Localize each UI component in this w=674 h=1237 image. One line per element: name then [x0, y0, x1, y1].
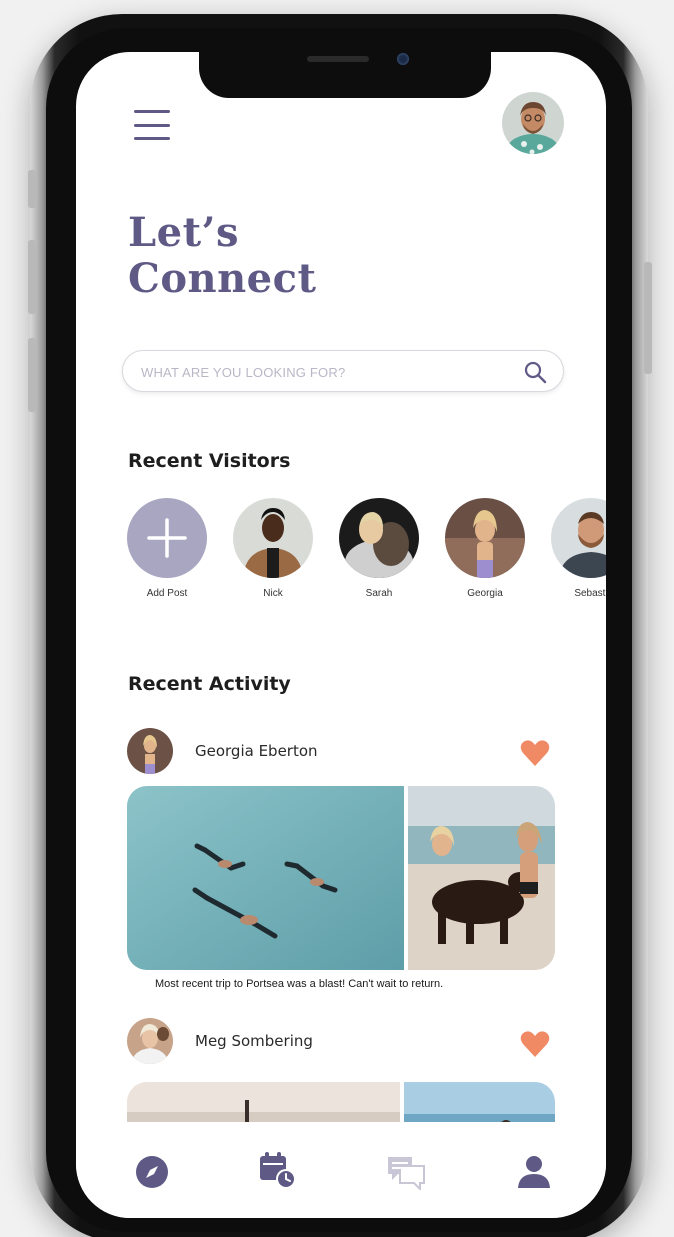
search-input[interactable] [141, 361, 501, 383]
post-photo-swimmers[interactable] [127, 786, 404, 970]
page-title: Let’s Connect [128, 210, 316, 302]
avatar [551, 498, 606, 578]
post-author: Meg Sombering [195, 1032, 313, 1050]
post-caption: Most recent trip to Portsea was a blast!… [155, 978, 444, 990]
page-title-line2: Connect [128, 255, 317, 302]
heart-icon[interactable] [520, 1030, 550, 1058]
camera-icon [397, 53, 409, 65]
hamburger-icon[interactable] [134, 110, 170, 140]
power-button [644, 262, 652, 374]
recent-visitors-title: Recent Visitors [128, 450, 291, 472]
avatar [445, 498, 525, 578]
visitor-label: Sebasti [574, 588, 606, 599]
avatar [127, 728, 173, 774]
visitor-sebastian[interactable]: Sebasti [551, 498, 606, 599]
recent-activity-title: Recent Activity [128, 673, 291, 695]
app-screen: Let’s Connect Recent Visitors Add Post [76, 52, 606, 1218]
post-author: Georgia Eberton [195, 742, 318, 760]
post-header[interactable]: Meg Sombering [127, 1018, 313, 1064]
visitor-label: Georgia [467, 588, 503, 599]
search-icon[interactable] [523, 360, 547, 384]
profile-avatar[interactable] [502, 92, 564, 154]
compass-icon[interactable] [134, 1154, 170, 1190]
visitor-georgia[interactable]: Georgia [445, 498, 525, 599]
visitor-nick[interactable]: Nick [233, 498, 313, 599]
visitor-label: Nick [263, 588, 283, 599]
mute-switch [28, 170, 36, 208]
post-photo-dog[interactable] [408, 786, 555, 970]
visitor-label: Sarah [365, 588, 393, 599]
post-header[interactable]: Georgia Eberton [127, 728, 318, 774]
avatar [127, 1018, 173, 1064]
volume-up-button [28, 240, 36, 314]
add-post-button[interactable]: Add Post [127, 498, 207, 599]
chat-icon[interactable] [386, 1154, 425, 1192]
plus-icon [127, 498, 207, 578]
search-bar [122, 350, 564, 392]
avatar [339, 498, 419, 578]
volume-down-button [28, 338, 36, 412]
profile-icon[interactable] [516, 1154, 552, 1190]
visitor-label: Add Post [146, 588, 188, 599]
calendar-clock-icon[interactable] [258, 1150, 296, 1189]
visitor-sarah[interactable]: Sarah [339, 498, 419, 599]
speaker [307, 56, 369, 62]
phone-notch [199, 44, 491, 98]
page-title-line1: Let’s [128, 209, 239, 256]
heart-icon[interactable] [520, 739, 550, 767]
avatar [233, 498, 313, 578]
